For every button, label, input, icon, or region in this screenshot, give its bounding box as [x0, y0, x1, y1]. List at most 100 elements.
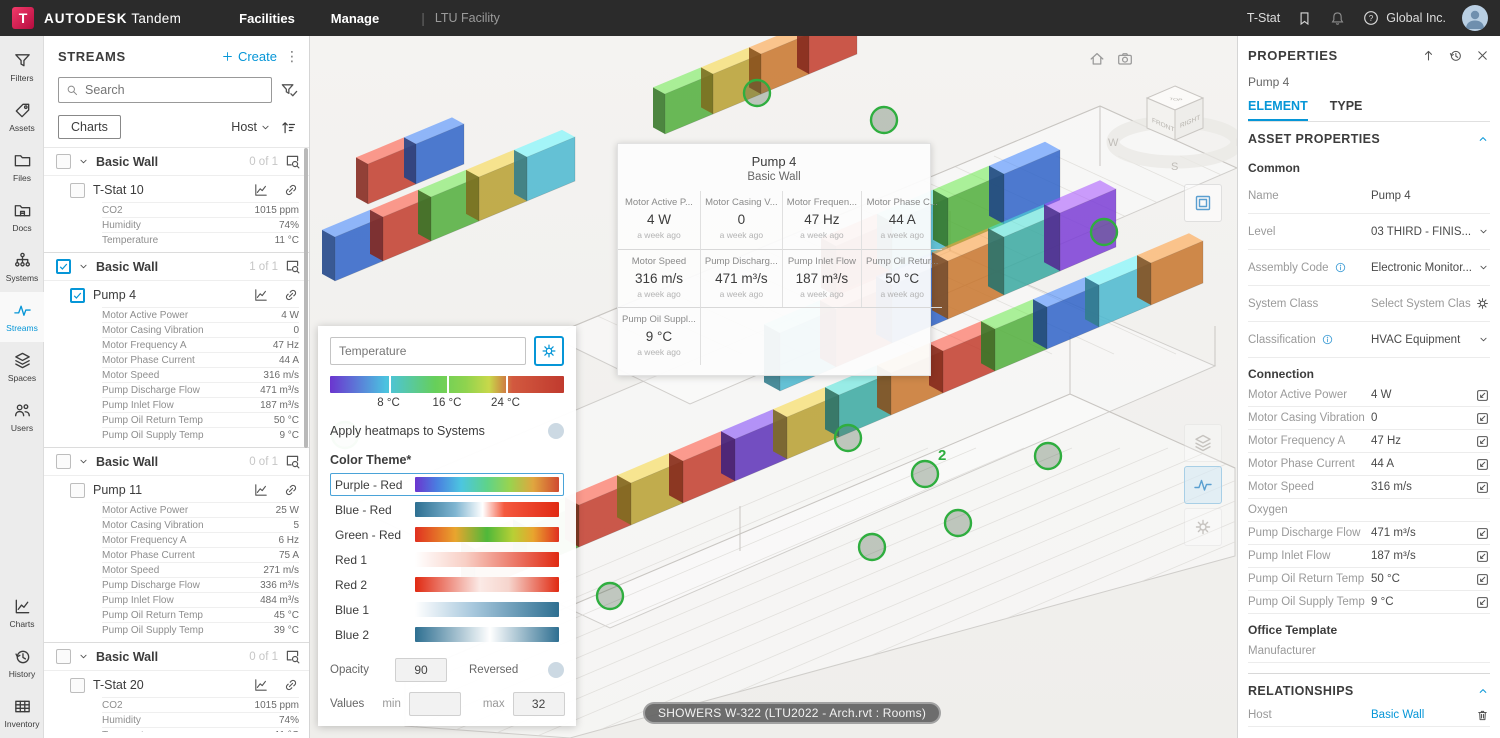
create-stream-button[interactable]: Create — [221, 49, 277, 64]
property-row[interactable]: Manufacturer — [1248, 640, 1490, 663]
stream-item-header[interactable]: T-Stat 10 — [44, 176, 309, 202]
find-in-view-icon[interactable] — [284, 453, 301, 470]
property-row[interactable]: Motor Casing Vibration 0 — [1248, 407, 1490, 430]
color-theme-option[interactable]: Purple - Red — [330, 473, 564, 496]
menu-manage[interactable]: Manage — [331, 11, 379, 26]
stream-checkbox[interactable] — [70, 183, 85, 198]
stream-checkbox[interactable] — [70, 678, 85, 693]
property-row[interactable]: Name Pump 4 — [1248, 178, 1490, 214]
heatmap-settings-gear-button[interactable] — [534, 336, 564, 366]
sidebar-item-systems[interactable]: Systems — [0, 242, 44, 292]
asset-properties-section-header[interactable]: ASSET PROPERTIES — [1248, 122, 1490, 152]
property-row[interactable]: Motor Speed 316 m/s — [1248, 476, 1490, 499]
search-input[interactable] — [85, 83, 265, 97]
chart-icon[interactable] — [253, 287, 269, 303]
bookmark-icon[interactable] — [1296, 10, 1313, 27]
property-row[interactable]: Level 03 THIRD - FINIS... — [1248, 214, 1490, 250]
chart-icon[interactable] — [253, 182, 269, 198]
find-in-view-icon[interactable] — [284, 648, 301, 665]
chart-icon[interactable] — [253, 482, 269, 498]
find-in-view-icon[interactable] — [284, 258, 301, 275]
property-row[interactable]: System Class Select System Class — [1248, 286, 1490, 322]
menu-facilities[interactable]: Facilities — [239, 11, 295, 26]
apply-heatmaps-toggle[interactable] — [548, 423, 564, 439]
history-icon[interactable] — [1448, 48, 1463, 63]
link-icon[interactable] — [283, 677, 299, 693]
stream-item-header[interactable]: Pump 4 — [44, 281, 309, 307]
property-row[interactable]: Pump Oil Supply Temp 9 °C — [1248, 591, 1490, 614]
color-theme-option[interactable]: Green - Red — [330, 523, 564, 546]
link-icon[interactable] — [283, 482, 299, 498]
tandem-logo[interactable]: T — [12, 7, 34, 29]
color-theme-option[interactable]: Blue - Red — [330, 498, 564, 521]
relationship-row[interactable]: Host Basic Wall — [1248, 704, 1490, 727]
group-checkbox[interactable] — [56, 454, 71, 469]
levels-tool-button[interactable] — [1184, 184, 1222, 222]
org-name[interactable]: Global Inc. — [1386, 11, 1446, 25]
sidebar-item-docs[interactable]: Docs — [0, 192, 44, 242]
chart-icon[interactable] — [253, 677, 269, 693]
help-icon[interactable]: ? — [1362, 9, 1380, 27]
color-theme-option[interactable]: Blue 1 — [330, 598, 564, 621]
tab-type[interactable]: TYPE — [1330, 99, 1363, 121]
chevron-down-icon[interactable] — [1477, 333, 1490, 346]
stream-link-icon[interactable] — [1475, 480, 1490, 495]
property-row[interactable]: Classification HVAC Equipment — [1248, 322, 1490, 358]
sidebar-item-inventory[interactable]: Inventory — [0, 688, 44, 738]
chevron-down-icon[interactable] — [1477, 225, 1490, 238]
compass-west[interactable]: W — [1108, 137, 1119, 149]
sidebar-item-files[interactable]: Files — [0, 142, 44, 192]
min-value-input[interactable] — [409, 692, 461, 716]
stream-group-header[interactable]: Basic Wall 0 of 1 — [44, 148, 309, 175]
relationship-value[interactable]: Basic Wall — [1371, 709, 1471, 721]
stream-link-icon[interactable] — [1475, 434, 1490, 449]
settings-tool-button[interactable] — [1184, 508, 1222, 546]
view-cube[interactable]: W E S TOP FRONT RIGHT — [1080, 64, 1237, 184]
gear-icon[interactable] — [1475, 296, 1490, 311]
info-icon[interactable] — [1334, 261, 1347, 274]
tab-element[interactable]: ELEMENT — [1248, 99, 1308, 121]
sidebar-item-spaces[interactable]: Spaces — [0, 342, 44, 392]
stream-link-icon[interactable] — [1475, 457, 1490, 472]
stream-link-icon[interactable] — [1475, 411, 1490, 426]
avatar[interactable] — [1462, 5, 1488, 31]
stream-link-icon[interactable] — [1475, 526, 1490, 541]
export-icon[interactable] — [1421, 48, 1436, 63]
property-row[interactable]: Motor Phase Current 44 A — [1248, 453, 1490, 476]
saved-view-label[interactable]: T-Stat — [1247, 11, 1280, 25]
opacity-input[interactable] — [395, 658, 447, 682]
sensor-type-select[interactable]: Temperature — [330, 337, 526, 365]
find-in-view-icon[interactable] — [284, 153, 301, 170]
sidebar-item-history[interactable]: History — [0, 638, 44, 688]
filter-streams-icon[interactable] — [280, 81, 299, 100]
stream-item-header[interactable]: Pump 11 — [44, 476, 309, 502]
sidebar-item-assets[interactable]: Assets — [0, 92, 44, 142]
facility-name[interactable]: LTU Facility — [435, 11, 500, 25]
color-theme-option[interactable]: Blue 2 — [330, 623, 564, 646]
group-checkbox[interactable] — [56, 649, 71, 664]
trash-icon[interactable] — [1475, 708, 1490, 723]
stream-link-icon[interactable] — [1475, 572, 1490, 587]
sidebar-item-charts[interactable]: Charts — [0, 588, 44, 638]
stream-link-icon[interactable] — [1475, 388, 1490, 403]
systems-tool-button[interactable] — [1184, 424, 1222, 462]
link-icon[interactable] — [283, 182, 299, 198]
color-theme-option[interactable]: Red 2 — [330, 573, 564, 596]
property-row[interactable]: Pump Oil Return Temp 50 °C — [1248, 568, 1490, 591]
more-options-icon[interactable]: ⋮ — [285, 48, 299, 65]
reversed-toggle[interactable] — [548, 662, 564, 678]
compass-south[interactable]: S — [1171, 161, 1178, 173]
stream-checkbox[interactable] — [70, 288, 85, 303]
stream-group-header[interactable]: Basic Wall 1 of 1 — [44, 253, 309, 280]
host-grouping-dropdown[interactable]: Host — [231, 120, 272, 134]
color-theme-option[interactable]: Red 1 — [330, 548, 564, 571]
bell-icon[interactable] — [1329, 10, 1346, 27]
info-icon[interactable] — [1321, 333, 1334, 346]
relationships-section-header[interactable]: RELATIONSHIPS — [1248, 674, 1490, 704]
property-row[interactable]: Pump Discharge Flow 471 m³/s — [1248, 522, 1490, 545]
sort-icon[interactable] — [280, 119, 297, 136]
stream-item-header[interactable]: T-Stat 20 — [44, 671, 309, 697]
stream-group-header[interactable]: Basic Wall 0 of 1 — [44, 643, 309, 670]
group-checkbox[interactable] — [56, 154, 71, 169]
stream-group-header[interactable]: Basic Wall 0 of 1 — [44, 448, 309, 475]
